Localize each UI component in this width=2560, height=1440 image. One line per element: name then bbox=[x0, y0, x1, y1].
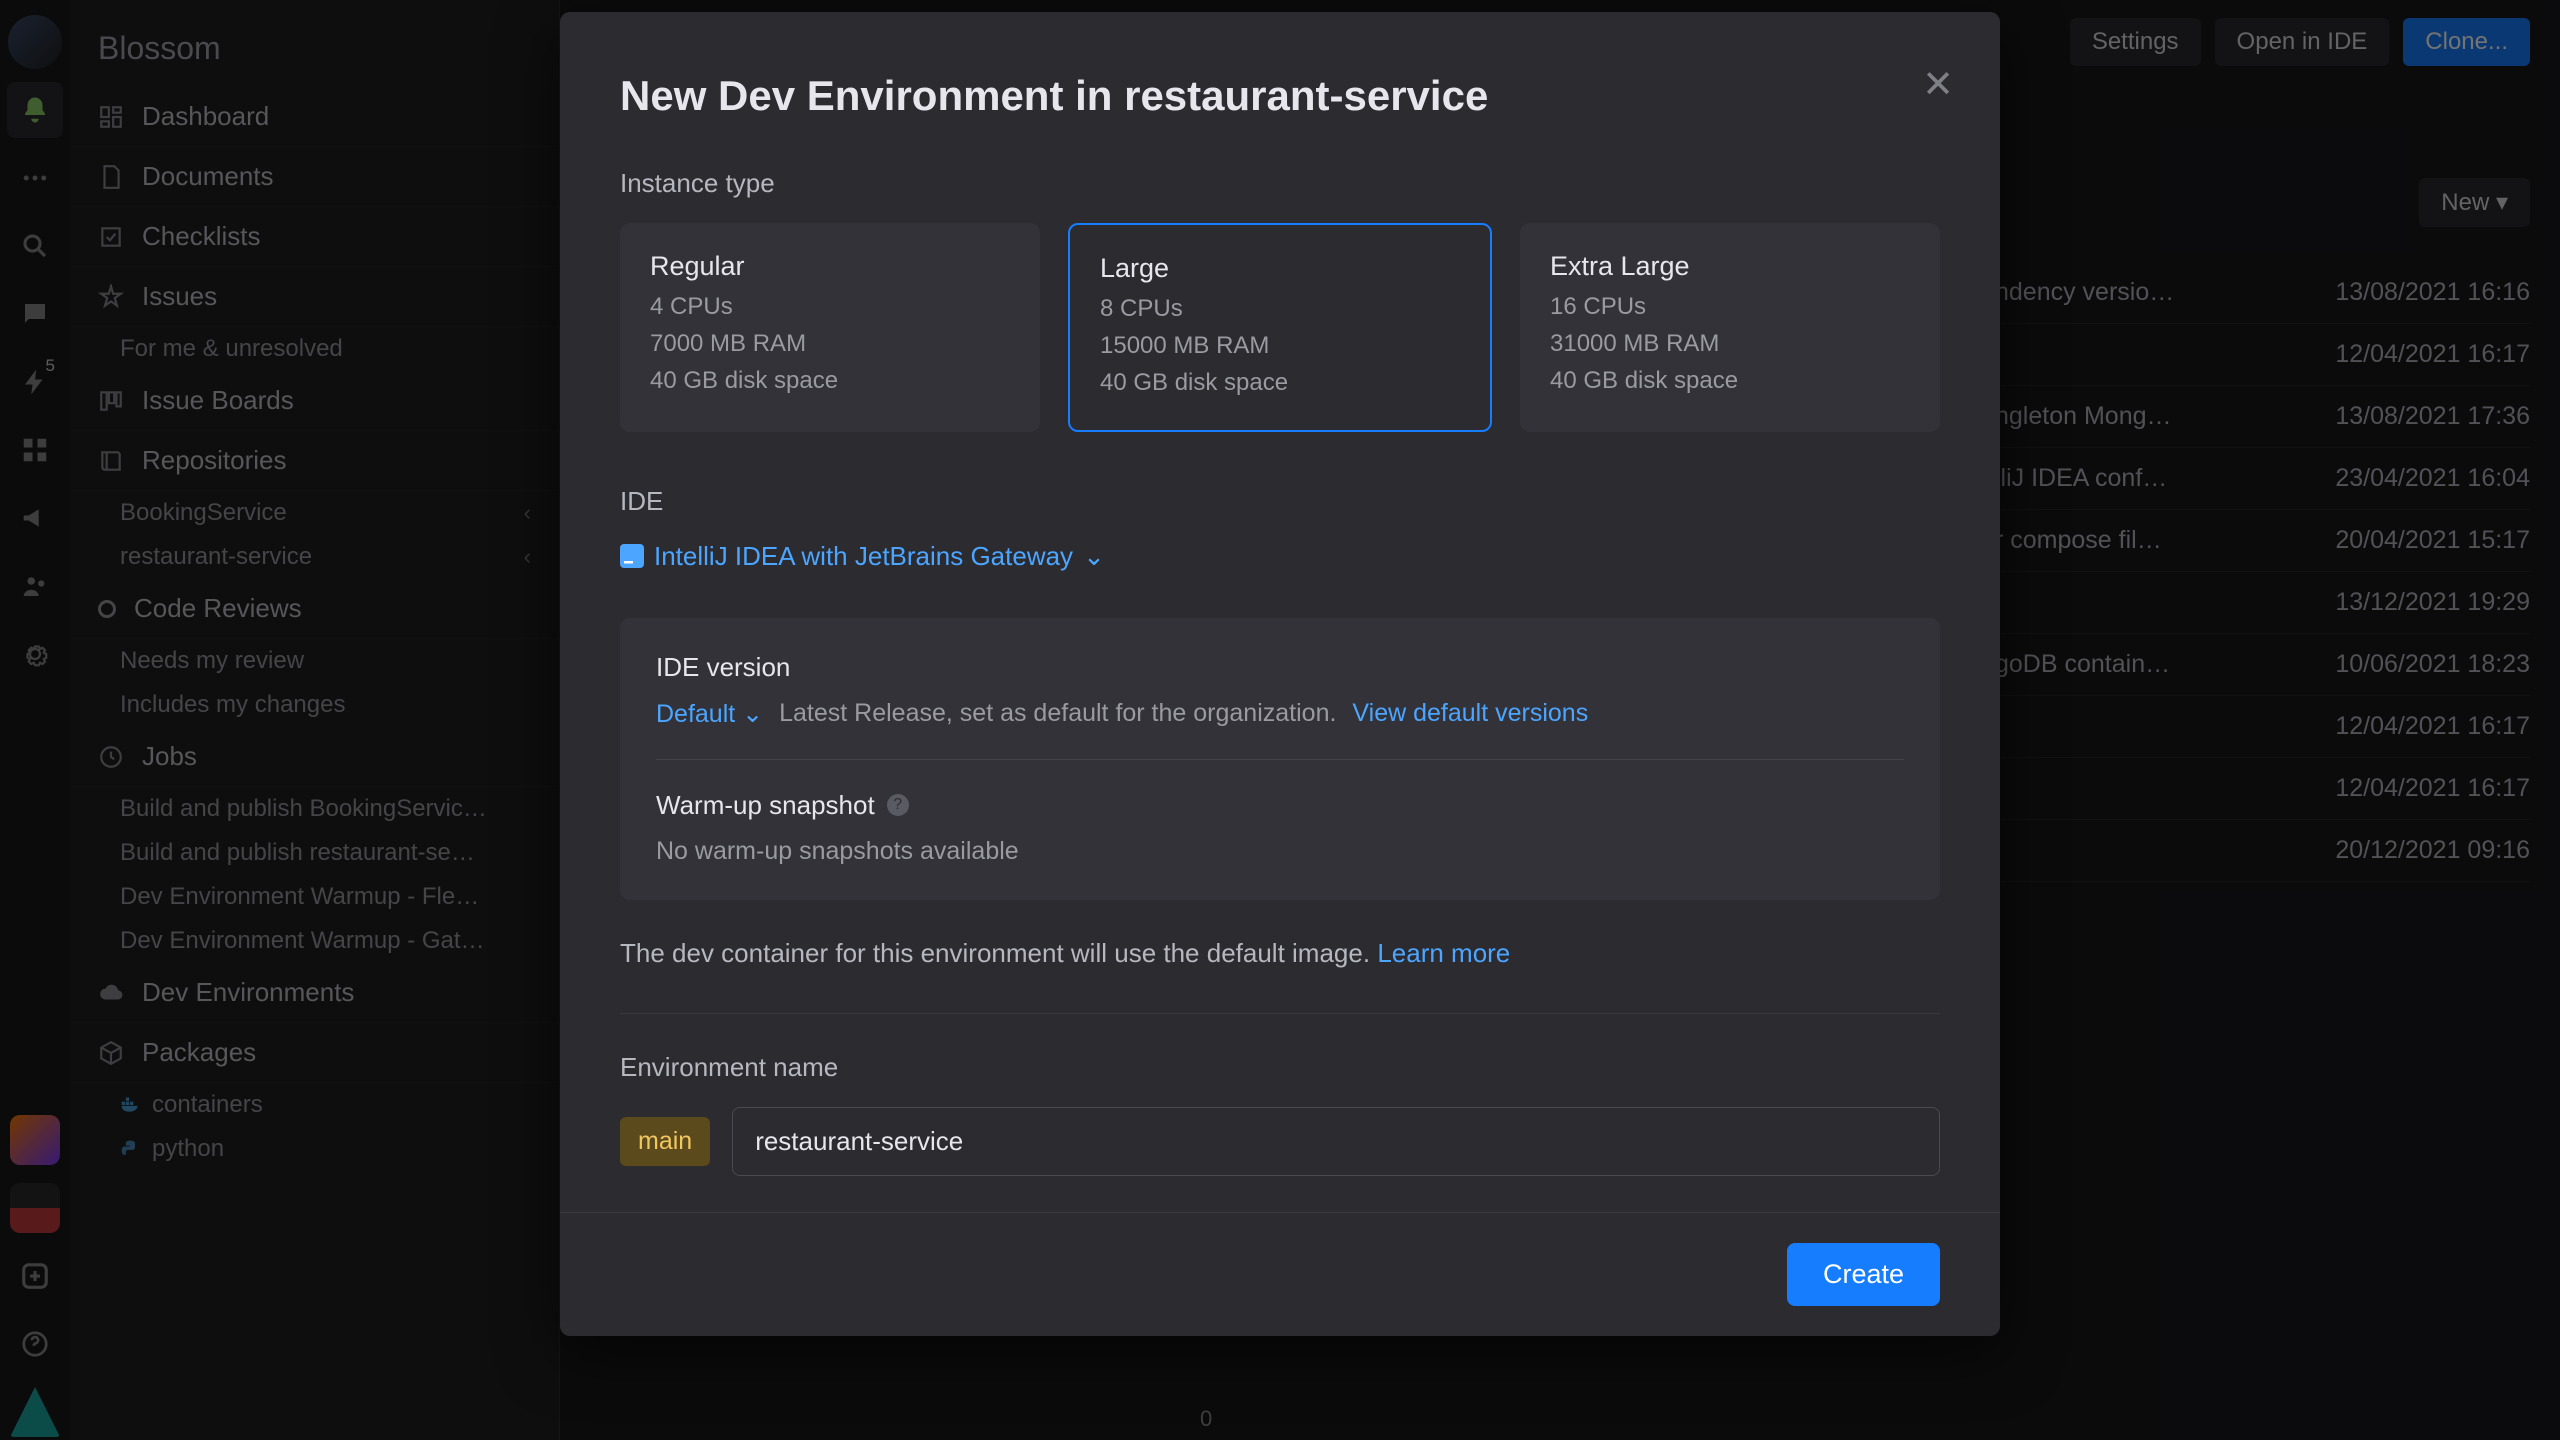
label: Extra Large bbox=[1550, 251, 1910, 282]
disk: 40 GB disk space bbox=[650, 362, 1010, 399]
env-name-input[interactable] bbox=[732, 1107, 1940, 1176]
label: Regular bbox=[650, 251, 1010, 282]
disk: 40 GB disk space bbox=[1550, 362, 1910, 399]
instance-type-options: Regular 4 CPUs 7000 MB RAM 40 GB disk sp… bbox=[620, 223, 1940, 432]
disk: 40 GB disk space bbox=[1100, 364, 1460, 401]
ide-version-desc: Latest Release, set as default for the o… bbox=[779, 699, 1336, 728]
instance-regular[interactable]: Regular 4 CPUs 7000 MB RAM 40 GB disk sp… bbox=[620, 223, 1040, 432]
branch-tag[interactable]: main bbox=[620, 1117, 710, 1166]
view-versions-link[interactable]: View default versions bbox=[1352, 699, 1588, 728]
ram: 15000 MB RAM bbox=[1100, 327, 1460, 364]
learn-more-link[interactable]: Learn more bbox=[1377, 938, 1510, 968]
env-name-label: Environment name bbox=[620, 1052, 1940, 1083]
ide-selector[interactable]: IntelliJ IDEA with JetBrains Gateway ⌄ bbox=[620, 541, 1940, 572]
ram: 31000 MB RAM bbox=[1550, 325, 1910, 362]
note-text: The dev container for this environment w… bbox=[620, 938, 1370, 968]
warmup-label: Warm-up snapshot bbox=[656, 790, 875, 821]
instance-type-label: Instance type bbox=[620, 168, 1940, 199]
warmup-status: No warm-up snapshots available bbox=[656, 837, 1019, 866]
cpu: 8 CPUs bbox=[1100, 290, 1460, 327]
intellij-icon bbox=[620, 544, 644, 568]
label: Default bbox=[656, 700, 735, 728]
cpu: 4 CPUs bbox=[650, 288, 1010, 325]
cpu: 16 CPUs bbox=[1550, 288, 1910, 325]
chevron-down-icon: ⌄ bbox=[742, 700, 763, 728]
new-dev-env-modal: ✕ New Dev Environment in restaurant-serv… bbox=[560, 12, 2000, 1336]
ide-label: IDE bbox=[620, 486, 1940, 517]
label: Large bbox=[1100, 253, 1460, 284]
dev-container-note: The dev container for this environment w… bbox=[620, 938, 1940, 969]
close-icon[interactable]: ✕ bbox=[1922, 62, 1954, 107]
chevron-down-icon: ⌄ bbox=[1083, 541, 1105, 572]
ide-version-label: IDE version bbox=[656, 652, 1904, 683]
label: IntelliJ IDEA with JetBrains Gateway bbox=[654, 541, 1073, 572]
ram: 7000 MB RAM bbox=[650, 325, 1010, 362]
instance-extra-large[interactable]: Extra Large 16 CPUs 31000 MB RAM 40 GB d… bbox=[1520, 223, 1940, 432]
ide-version-dropdown[interactable]: Default ⌄ bbox=[656, 699, 763, 729]
instance-large[interactable]: Large 8 CPUs 15000 MB RAM 40 GB disk spa… bbox=[1068, 223, 1492, 432]
create-button[interactable]: Create bbox=[1787, 1243, 1940, 1306]
modal-title: New Dev Environment in restaurant-servic… bbox=[620, 72, 1940, 120]
ide-panel: IDE version Default ⌄ Latest Release, se… bbox=[620, 618, 1940, 900]
help-icon[interactable]: ? bbox=[887, 794, 909, 816]
